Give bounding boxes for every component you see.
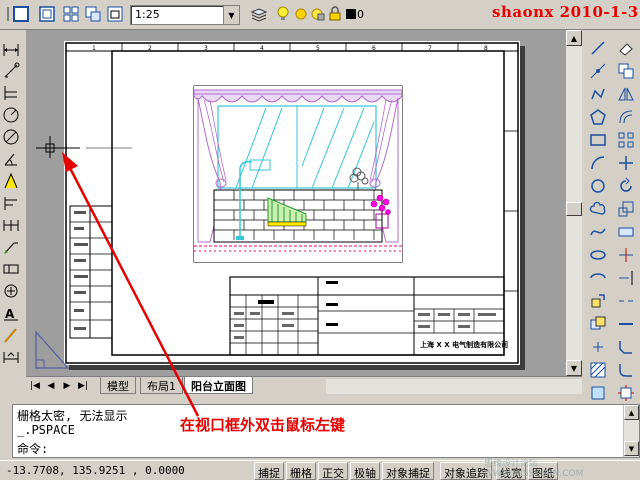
command-scrollbar[interactable]: ▲ ▼ [623, 405, 639, 457]
next-tab-icon[interactable]: ▶ [60, 379, 74, 393]
drawing-area[interactable]: 上海 X X 电气制造有限公司 12345678 [26, 30, 566, 376]
line-icon[interactable] [584, 36, 612, 59]
mirror-icon[interactable] [612, 82, 640, 105]
aligned-dimension-icon[interactable] [0, 60, 22, 82]
vertical-scrollbar[interactable]: ▲ ▼ [566, 30, 582, 376]
spline-icon[interactable] [584, 220, 612, 243]
command-history-line-2: _.PSPACE [17, 423, 75, 437]
layout-tab-bar: |◀ ◀ ▶ ▶| 模型 布局1 阳台立面图 [26, 376, 582, 394]
lightbulb-icon[interactable] [274, 5, 292, 23]
arc-icon[interactable] [584, 151, 612, 174]
freeze-viewport-icon[interactable] [308, 5, 326, 23]
zoom-window-icon[interactable] [106, 5, 124, 23]
leader-icon[interactable] [0, 236, 22, 258]
dimension-update-icon[interactable] [0, 346, 22, 368]
region-icon[interactable] [584, 381, 612, 404]
fillet-icon[interactable] [612, 358, 640, 381]
scale-icon[interactable] [612, 197, 640, 220]
move-icon[interactable] [612, 151, 640, 174]
ucs-icon [35, 330, 70, 369]
chamfer-icon[interactable] [612, 335, 640, 358]
join-icon[interactable] [612, 312, 640, 335]
left-toolbar-dimension: A [0, 38, 22, 368]
break-icon[interactable] [612, 289, 640, 312]
draw-toolbar [584, 36, 612, 404]
rectangle-icon[interactable] [584, 128, 612, 151]
erase-icon[interactable] [612, 36, 640, 59]
circle-icon[interactable] [584, 174, 612, 197]
ellipse-icon[interactable] [584, 243, 612, 266]
command-window-grip[interactable] [0, 400, 12, 460]
scroll-down-icon[interactable]: ▼ [566, 360, 582, 376]
quick-dimension-icon[interactable] [0, 170, 22, 192]
extend-icon[interactable] [612, 266, 640, 289]
viewport-scale-combo[interactable]: 1:25 ▼ [130, 5, 240, 25]
construction-line-icon[interactable] [584, 59, 612, 82]
stretch-icon[interactable] [612, 220, 640, 243]
crosshair-cursor [36, 136, 132, 158]
top-toolbar: 1:25 ▼ 0 shaonx 2010-1-3 [0, 0, 640, 30]
tolerance-icon[interactable] [0, 258, 22, 280]
diameter-dimension-icon[interactable] [0, 126, 22, 148]
scroll-up-icon[interactable]: ▲ [566, 30, 582, 46]
copy-icon[interactable] [612, 59, 640, 82]
author-date-watermark: shaonx 2010-1-3 [492, 3, 639, 21]
point-icon[interactable] [584, 335, 612, 358]
revision-cloud-icon[interactable] [584, 197, 612, 220]
grid-toggle[interactable]: 栅格 [286, 462, 316, 480]
single-viewport-icon[interactable] [38, 5, 56, 23]
scroll-down-icon[interactable]: ▼ [624, 441, 639, 456]
angular-dimension-icon[interactable] [0, 148, 22, 170]
tab-balcony-elevation[interactable]: 阳台立面图 [184, 377, 253, 394]
make-block-icon[interactable] [584, 312, 612, 335]
snap-toggle[interactable]: 捕捉 [254, 462, 284, 480]
linear-dimension-icon[interactable] [0, 38, 22, 60]
rotate-icon[interactable] [612, 174, 640, 197]
center-mark-icon[interactable] [0, 280, 22, 302]
svg-text:A: A [5, 307, 15, 321]
polygon-icon[interactable] [584, 105, 612, 128]
array-icon[interactable] [612, 128, 640, 151]
command-prompt[interactable]: 命令: [17, 440, 48, 457]
trim-icon[interactable] [612, 243, 640, 266]
explode-icon[interactable] [612, 381, 640, 404]
dimension-edit-icon[interactable]: A [0, 302, 22, 324]
current-layer-name: 0 [357, 8, 364, 21]
last-tab-icon[interactable]: ▶| [76, 379, 90, 393]
autocad-window: 1:25 ▼ 0 shaonx 2010-1-3 A 上海 X X 电气制造有限… [0, 0, 640, 480]
command-history-line-1: 栅格太密, 无法显示 [17, 409, 128, 423]
tab-layout1[interactable]: 布局1 [140, 377, 183, 394]
scroll-thumb[interactable] [566, 202, 582, 216]
ortho-toggle[interactable]: 正交 [318, 462, 348, 480]
clip-viewport-icon[interactable] [84, 5, 102, 23]
chevron-down-icon[interactable]: ▼ [223, 6, 239, 24]
offset-icon[interactable] [612, 105, 640, 128]
multi-viewport-icon[interactable] [62, 5, 80, 23]
scroll-up-icon[interactable]: ▲ [624, 405, 639, 420]
polar-toggle[interactable]: 极轴 [350, 462, 380, 480]
prev-tab-icon[interactable]: ◀ [44, 379, 58, 393]
hatch-icon[interactable] [584, 358, 612, 381]
dimension-text-edit-icon[interactable] [0, 324, 22, 346]
polyline-icon[interactable] [584, 82, 612, 105]
viewport-scale-value: 1:25 [135, 8, 160, 21]
ellipse-arc-icon[interactable] [584, 266, 612, 289]
site-watermark: 思缘设计论坛 WWW.MISSYUAN.COM [484, 459, 584, 479]
modify-toolbar [612, 36, 640, 404]
cursor-coordinates: -13.7708, 135.9251 , 0.0000 [6, 464, 185, 477]
horizontal-scrollbar[interactable] [326, 379, 582, 394]
first-tab-icon[interactable]: |◀ [28, 379, 42, 393]
ordinate-dimension-icon[interactable] [0, 82, 22, 104]
insert-block-icon[interactable] [584, 289, 612, 312]
tab-model[interactable]: 模型 [100, 377, 136, 394]
osnap-toggle[interactable]: 对象捕捉 [382, 462, 434, 480]
layer-manager-icon[interactable] [250, 5, 268, 23]
new-viewport-icon[interactable] [12, 5, 30, 23]
tutorial-annotation: 在视口框外双击鼠标左键 [180, 416, 346, 434]
radius-dimension-icon[interactable] [0, 104, 22, 126]
baseline-dimension-icon[interactable] [0, 192, 22, 214]
continue-dimension-icon[interactable] [0, 214, 22, 236]
